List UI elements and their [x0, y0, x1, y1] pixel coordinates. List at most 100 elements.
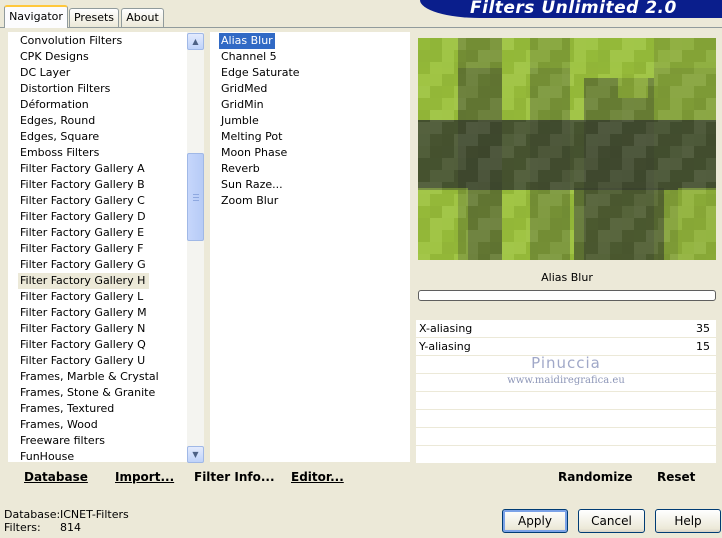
category-item[interactable]: Edges, Round — [20, 113, 95, 129]
preview-block — [574, 98, 586, 110]
param-row-x-aliasing[interactable]: X-aliasing 35 — [416, 320, 716, 338]
preview-block — [490, 74, 502, 86]
filter-item[interactable]: Moon Phase — [219, 145, 289, 161]
category-item[interactable]: Freeware filters — [20, 433, 105, 449]
preview-block — [682, 206, 694, 218]
preview-block — [538, 122, 550, 134]
filter-item[interactable]: Reverb — [219, 161, 262, 177]
preview-block — [706, 98, 716, 110]
preview-block — [538, 230, 550, 242]
category-list[interactable]: Convolution Filters CPK Designs DC Layer Di… — [8, 32, 204, 462]
preview-block — [442, 242, 454, 254]
category-item[interactable]: Filter Factory Gallery M — [20, 305, 147, 321]
category-item[interactable]: Filter Factory Gallery D — [20, 209, 146, 225]
filter-info-button[interactable]: Filter Info... — [194, 470, 275, 484]
category-item[interactable]: Filter Factory Gallery A — [20, 161, 145, 177]
category-item[interactable]: Filter Factory Gallery G — [20, 257, 146, 273]
preview-block — [538, 50, 550, 62]
cancel-button[interactable]: Cancel — [578, 509, 645, 533]
category-item[interactable]: FunHouse — [20, 449, 74, 462]
category-item[interactable]: Filter Factory Gallery E — [20, 225, 144, 241]
preview-block — [454, 122, 466, 134]
category-item[interactable]: Frames, Wood — [20, 417, 98, 433]
preview-block — [466, 146, 478, 158]
scroll-down-button[interactable]: ▼ — [187, 446, 204, 463]
filter-item[interactable]: Melting Pot — [219, 129, 284, 145]
preview-block — [670, 122, 682, 134]
database-button[interactable]: Database — [24, 470, 88, 484]
filter-item[interactable]: Zoom Blur — [219, 193, 280, 209]
preview-block — [682, 98, 694, 110]
preview-block — [562, 206, 574, 218]
preview-block — [586, 38, 598, 50]
reset-button[interactable]: Reset — [657, 470, 695, 484]
filters-label: Filters: — [4, 521, 41, 534]
preview-block — [598, 158, 610, 170]
preview-block — [418, 194, 430, 206]
preview-block — [682, 170, 694, 182]
category-item[interactable]: DC Layer — [20, 65, 70, 81]
filter-item[interactable]: Alias Blur — [219, 33, 275, 49]
apply-button[interactable]: Apply — [502, 509, 568, 533]
category-item[interactable]: Déformation — [20, 97, 89, 113]
preview-block — [514, 182, 526, 194]
category-item[interactable]: Filter Factory Gallery Q — [20, 337, 146, 353]
category-item[interactable]: Frames, Stone & Granite — [20, 385, 155, 401]
preview-block — [514, 170, 526, 182]
preview-block — [634, 74, 646, 86]
filter-item[interactable]: Channel 5 — [219, 49, 279, 65]
scroll-thumb[interactable] — [187, 153, 204, 241]
category-item[interactable]: Filter Factory Gallery L — [20, 289, 143, 305]
preview-block — [670, 134, 682, 146]
category-item[interactable]: Distortion Filters — [20, 81, 110, 97]
preview-block — [442, 62, 454, 74]
category-item[interactable]: Filter Factory Gallery B — [20, 177, 145, 193]
preview-block — [418, 110, 430, 122]
preview-block — [418, 122, 430, 134]
preview-block — [634, 206, 646, 218]
category-item[interactable]: CPK Designs — [20, 49, 89, 65]
preview-block — [502, 182, 514, 194]
preview-block — [658, 218, 670, 230]
preview-block — [598, 50, 610, 62]
tab-navigator[interactable]: Navigator — [4, 5, 68, 28]
category-item[interactable]: Filter Factory Gallery U — [20, 353, 145, 369]
editor-button[interactable]: Editor... — [291, 470, 344, 484]
category-item[interactable]: Filter Factory Gallery N — [20, 321, 145, 337]
preview-block — [670, 98, 682, 110]
category-item[interactable]: Filter Factory Gallery F — [20, 241, 143, 257]
import-button[interactable]: Import... — [115, 470, 174, 484]
preview-block — [526, 146, 538, 158]
preview-block — [430, 50, 442, 62]
filter-item[interactable]: GridMin — [219, 97, 266, 113]
filter-item[interactable]: Jumble — [219, 113, 261, 129]
category-item[interactable]: Frames, Textured — [20, 401, 114, 417]
filter-item[interactable]: Edge Saturate — [219, 65, 302, 81]
preview-block — [574, 170, 586, 182]
preview-block — [670, 194, 682, 206]
scroll-up-button[interactable]: ▲ — [187, 33, 204, 50]
preview-block — [442, 182, 454, 194]
filter-item[interactable]: Sun Raze... — [219, 177, 285, 193]
preview-block — [694, 182, 706, 194]
category-item[interactable]: Emboss Filters — [20, 145, 99, 161]
help-button[interactable]: Help — [655, 509, 721, 533]
tab-presets[interactable]: Presets — [69, 8, 119, 27]
category-scrollbar[interactable] — [187, 32, 204, 462]
preview-block — [562, 98, 574, 110]
category-item[interactable]: Convolution Filters — [20, 33, 122, 49]
preview-block — [526, 206, 538, 218]
category-item[interactable]: Filter Factory Gallery C — [20, 193, 145, 209]
param-row-empty — [416, 392, 716, 410]
preview-block — [682, 74, 694, 86]
randomize-button[interactable]: Randomize — [558, 470, 632, 484]
category-item[interactable]: Edges, Square — [20, 129, 99, 145]
tab-about[interactable]: About — [121, 8, 164, 27]
preview-block — [562, 146, 574, 158]
preview-block — [538, 146, 550, 158]
filter-item[interactable]: GridMed — [219, 81, 269, 97]
preview-block — [418, 206, 430, 218]
preview-block — [622, 110, 634, 122]
category-item[interactable]: Filter Factory Gallery H — [18, 273, 150, 289]
category-item[interactable]: Frames, Marble & Crystal — [20, 369, 159, 385]
